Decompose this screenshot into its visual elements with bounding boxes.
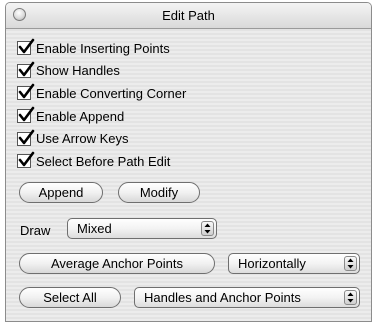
- options-list: Enable Inserting Points Show Handles Ena…: [17, 37, 186, 173]
- modify-button[interactable]: Modify: [118, 182, 200, 203]
- checkbox-use-arrow-keys[interactable]: Use Arrow Keys: [17, 127, 186, 150]
- average-anchor-points-button[interactable]: Average Anchor Points: [19, 253, 215, 274]
- updown-arrows-icon: [344, 290, 357, 305]
- checkbox-label: Enable Append: [36, 108, 125, 124]
- checkbox[interactable]: [17, 151, 35, 169]
- average-direction-select[interactable]: Horizontally: [228, 253, 360, 274]
- checkmark-icon: [18, 61, 35, 77]
- checkbox[interactable]: [17, 106, 35, 124]
- checkbox[interactable]: [17, 61, 35, 78]
- checkbox-label: Show Handles: [36, 63, 120, 79]
- draw-mode-select[interactable]: Mixed: [67, 218, 217, 239]
- checkbox-label: Enable Converting Corner: [36, 85, 187, 101]
- checkbox-label: Enable Inserting Points: [36, 40, 170, 56]
- checkbox[interactable]: [17, 84, 35, 101]
- checkbox-label: Use Arrow Keys: [36, 131, 129, 147]
- checkbox[interactable]: [17, 129, 35, 146]
- checkbox-show-handles[interactable]: Show Handles: [17, 60, 186, 83]
- checkbox[interactable]: [17, 38, 35, 56]
- window-title: Edit Path: [162, 8, 215, 23]
- checkmark-icon: [18, 106, 35, 122]
- checkbox-select-before-path-edit[interactable]: Select Before Path Edit: [17, 150, 186, 173]
- checkmark-icon: [18, 129, 35, 144]
- updown-arrows-icon: [344, 256, 357, 271]
- select-all-button[interactable]: Select All: [19, 287, 121, 308]
- checkmark-icon: [18, 84, 35, 99]
- append-button[interactable]: Append: [19, 182, 103, 203]
- title-bar: Edit Path: [6, 3, 371, 29]
- checkmark-icon: [18, 151, 35, 167]
- checkbox-enable-converting-corner[interactable]: Enable Converting Corner: [17, 82, 186, 105]
- checkbox-label: Select Before Path Edit: [36, 153, 171, 169]
- checkbox-enable-append[interactable]: Enable Append: [17, 105, 186, 128]
- select-target-select[interactable]: Handles and Anchor Points: [134, 287, 360, 308]
- draw-label: Draw: [20, 223, 51, 238]
- edit-path-window: Edit Path Enable Inserting Points Show H…: [5, 2, 372, 322]
- updown-arrows-icon: [201, 221, 214, 236]
- draw-mode-value: Mixed: [77, 221, 112, 236]
- select-target-value: Handles and Anchor Points: [144, 290, 301, 305]
- checkbox-enable-inserting-points[interactable]: Enable Inserting Points: [17, 37, 186, 60]
- checkmark-icon: [18, 38, 35, 54]
- average-direction-value: Horizontally: [238, 256, 306, 271]
